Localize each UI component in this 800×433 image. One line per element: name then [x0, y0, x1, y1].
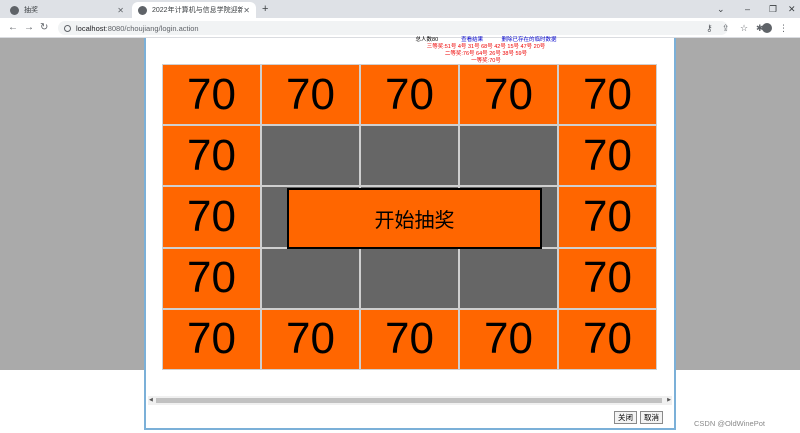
share-icon[interactable]: ⇪	[722, 21, 730, 35]
scroll-right-icon[interactable]: ▶	[667, 397, 671, 403]
close-button[interactable]: 关闭	[614, 411, 637, 424]
lottery-cell-empty	[261, 247, 360, 309]
globe-icon	[10, 5, 19, 15]
lottery-cell: 70	[558, 186, 657, 248]
lottery-cell: 70	[162, 125, 261, 187]
start-lottery-button[interactable]: 开始抽奖	[287, 188, 542, 249]
lottery-cell: 70	[162, 247, 261, 309]
lottery-cell-empty	[261, 125, 360, 187]
tab-new-year[interactable]: 2022年计算机与信息学院迎新年 ✕	[132, 2, 256, 18]
toolbar: ← → ↻ localhost:8080/choujiang/login.act…	[0, 18, 800, 38]
lottery-cell: 70	[261, 64, 360, 126]
key-icon[interactable]: ⚷	[706, 21, 713, 35]
url-host: localhost	[76, 23, 106, 33]
lottery-cell-empty	[459, 247, 558, 309]
tab-label: 抽奖	[24, 7, 38, 14]
tab-label: 2022年计算机与信息学院迎新年	[152, 7, 244, 14]
new-tab-button[interactable]: +	[262, 2, 268, 16]
url-path: :8080/choujiang/login.action	[105, 23, 199, 33]
tab-strip: 抽奖 ✕ 2022年计算机与信息学院迎新年 ✕ + ⌄ – ❐ ✕	[0, 0, 800, 18]
avatar[interactable]	[762, 23, 772, 33]
lottery-cell-empty	[459, 125, 558, 187]
lottery-cell: 70	[162, 308, 261, 370]
page-viewport: 总人数80 查看结果 删除已存在的临时数据 三等奖:51号 4号 31号 68号…	[0, 37, 800, 433]
third-prize-line: 三等奖:51号 4号 31号 68号 42号 15号 47号 20号	[426, 44, 546, 50]
back-arrow-icon[interactable]: ←	[8, 21, 18, 35]
lottery-cell: 70	[162, 64, 261, 126]
scrollbar-thumb[interactable]	[156, 398, 662, 403]
globe-icon	[138, 5, 147, 15]
lottery-cell: 70	[558, 64, 657, 126]
lottery-cell: 70	[261, 308, 360, 370]
menu-icon[interactable]: ⋮	[779, 21, 788, 35]
address-bar[interactable]: localhost:8080/choujiang/login.action	[58, 21, 728, 35]
scroll-left-icon[interactable]: ◀	[149, 397, 153, 403]
lottery-cell-empty	[360, 247, 459, 309]
minimize-icon[interactable]: –	[745, 2, 750, 16]
lottery-cell: 70	[558, 247, 657, 309]
lottery-dialog: 总人数80 查看结果 删除已存在的临时数据 三等奖:51号 4号 31号 68号…	[144, 37, 676, 430]
total-count: 总人数80	[415, 37, 439, 43]
restore-icon[interactable]: ❐	[769, 2, 777, 16]
lottery-cell: 70	[162, 186, 261, 248]
info-line: 总人数80 查看结果 删除已存在的临时数据	[296, 37, 676, 44]
lottery-cell-empty	[360, 125, 459, 187]
view-results-link[interactable]: 查看结果	[461, 37, 483, 43]
lottery-cell: 70	[558, 125, 657, 187]
info-icon[interactable]	[64, 24, 71, 32]
watermark: CSDN @OldWinePot	[694, 419, 765, 428]
lottery-cell: 70	[360, 308, 459, 370]
horizontal-scrollbar[interactable]: ◀ ▶	[148, 396, 672, 405]
lottery-cell: 70	[558, 308, 657, 370]
star-icon[interactable]: ☆	[740, 21, 748, 35]
chevron-down-icon[interactable]: ⌄	[717, 2, 725, 16]
reload-icon[interactable]: ↻	[40, 21, 48, 35]
tab-lottery[interactable]: 抽奖 ✕	[4, 2, 130, 18]
lottery-cell: 70	[360, 64, 459, 126]
lottery-cell: 70	[459, 308, 558, 370]
delete-temp-data-link[interactable]: 删除已存在的临时数据	[501, 37, 556, 43]
close-icon[interactable]: ✕	[243, 6, 250, 15]
forward-arrow-icon[interactable]: →	[24, 21, 34, 35]
second-prize-line: 二等奖:76号 64号 26号 38号 59号	[444, 51, 528, 57]
cancel-button[interactable]: 取消	[640, 411, 663, 424]
close-window-icon[interactable]: ✕	[788, 2, 796, 16]
close-icon[interactable]: ✕	[117, 6, 124, 15]
lottery-cell: 70	[459, 64, 558, 126]
